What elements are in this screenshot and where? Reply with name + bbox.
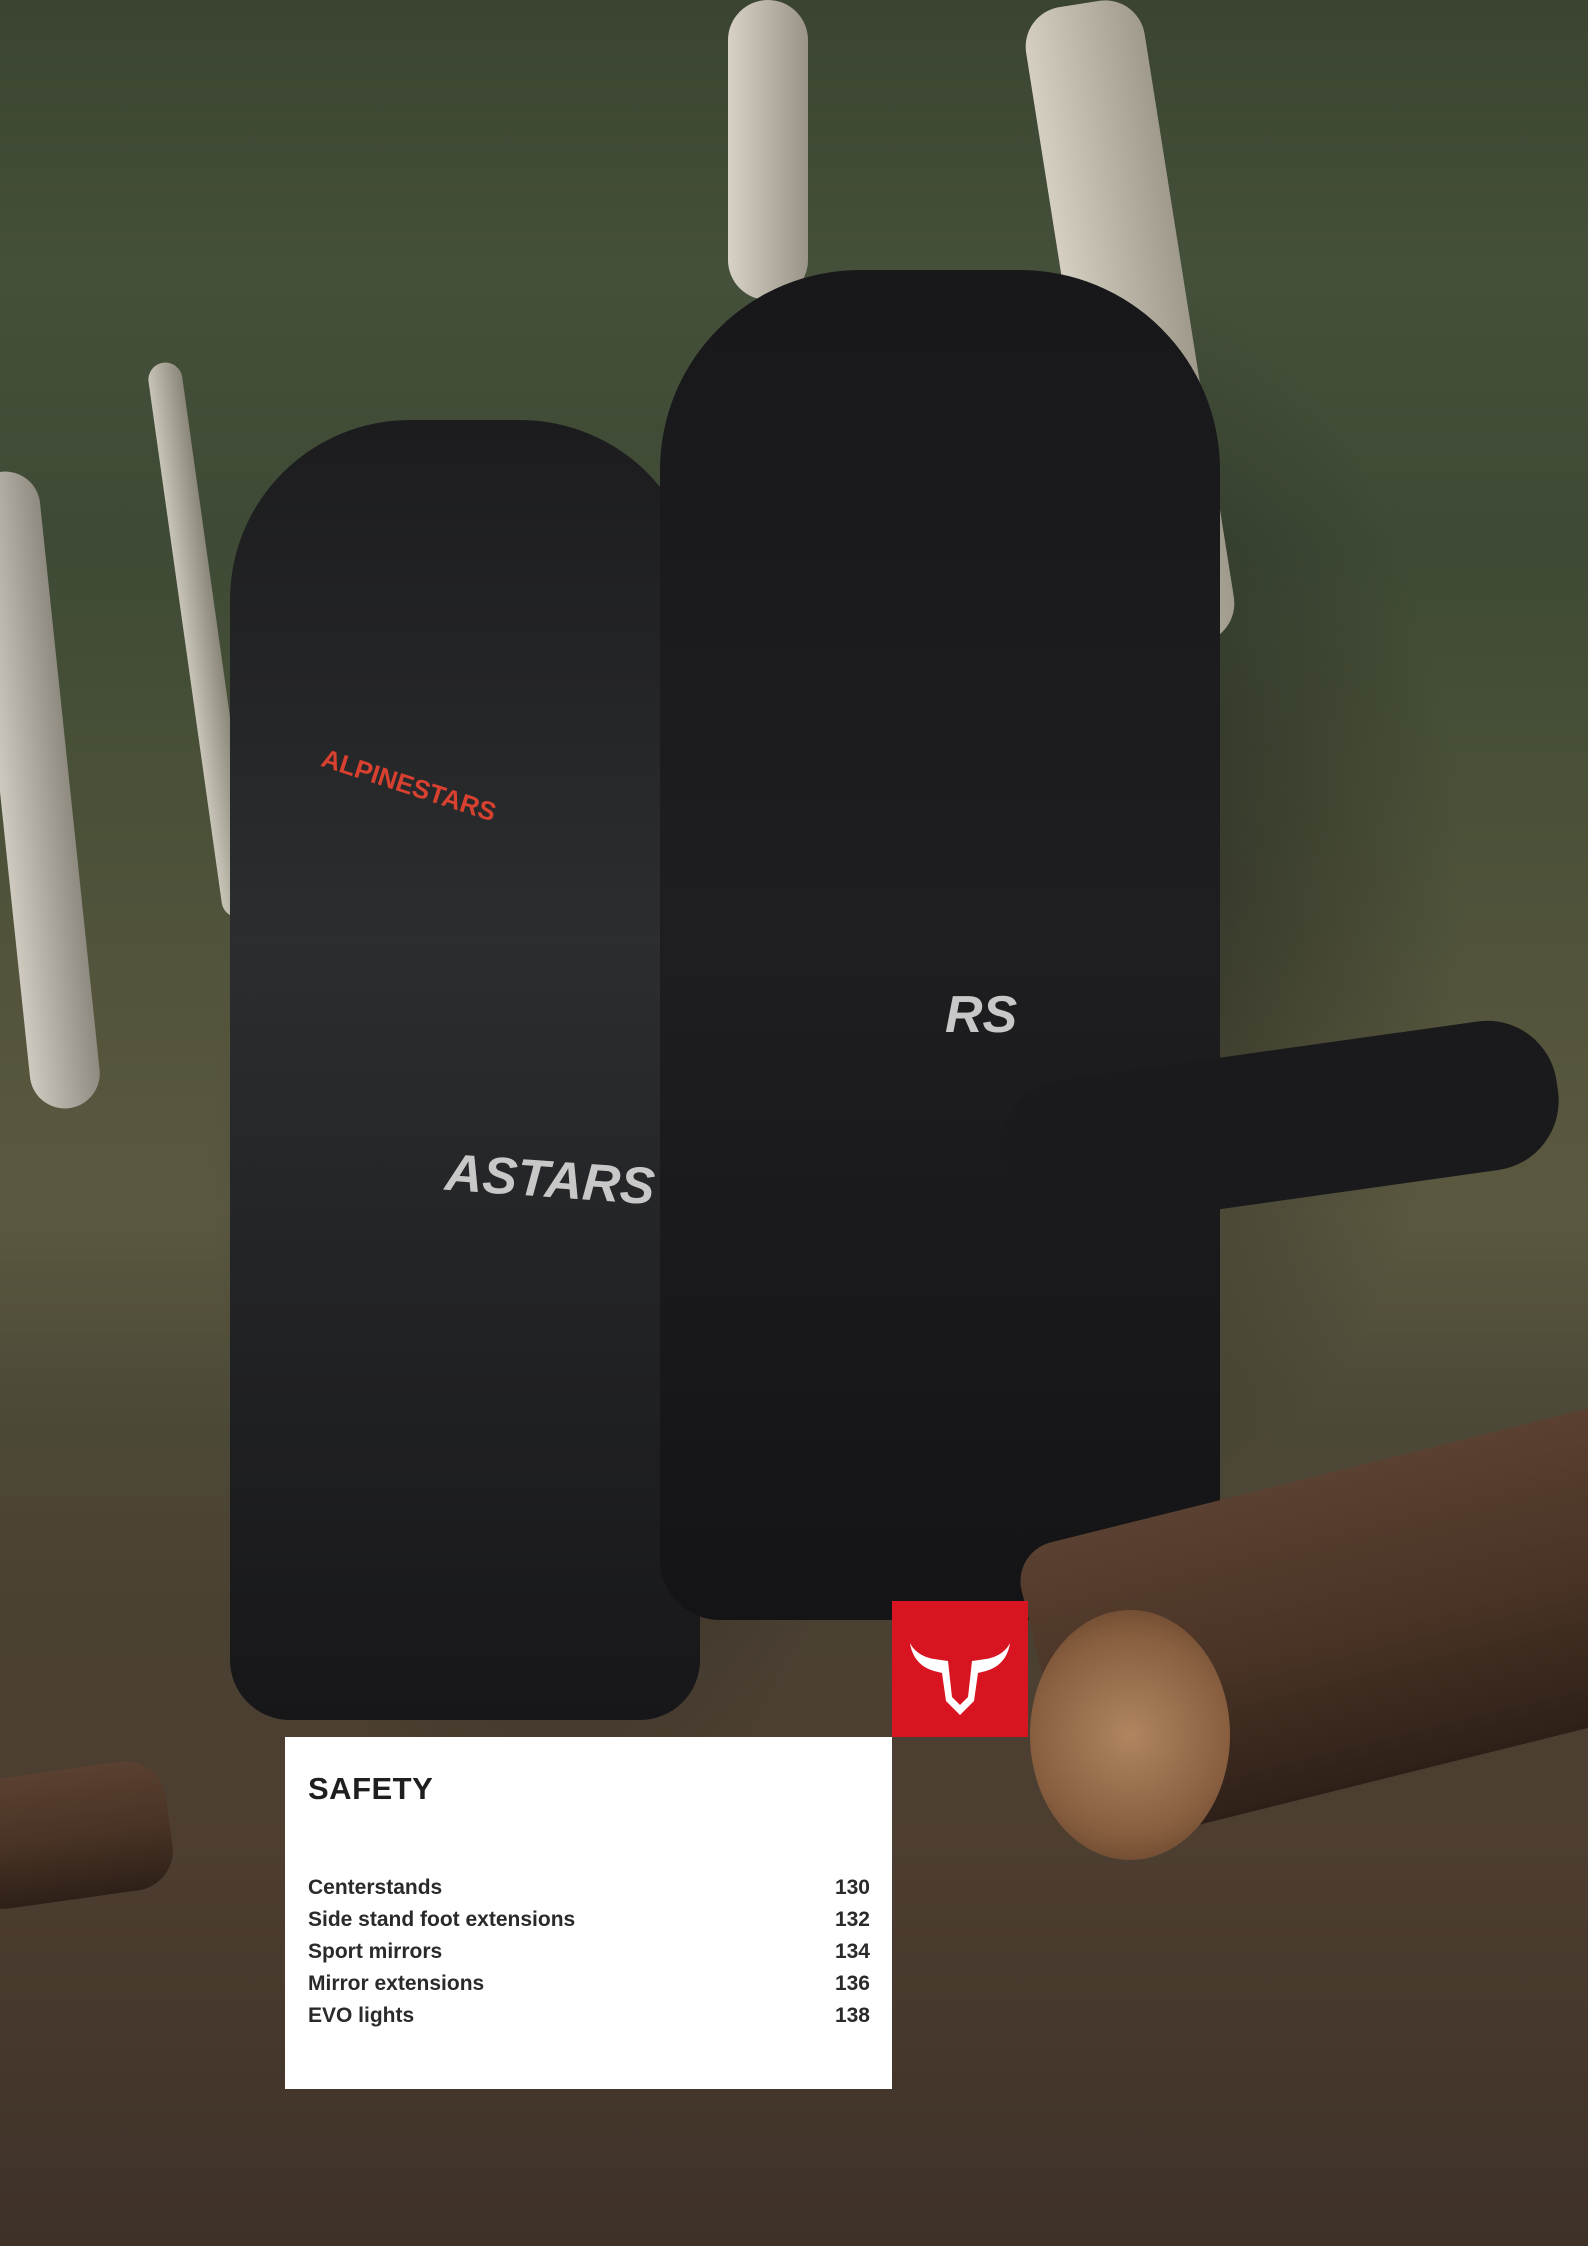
rider-left [230, 420, 700, 1720]
toc-item-evo-lights[interactable]: EVO lights 138 [308, 2000, 870, 2032]
tree-trunk [0, 468, 104, 1112]
toc-item-page: 136 [834, 1972, 870, 1995]
bull-head-icon [910, 1643, 1010, 1715]
toc-item-side-stand-foot-extensions[interactable]: Side stand foot extensions 132 [308, 1904, 870, 1936]
tree-trunk [728, 0, 808, 300]
toc-item-label: EVO lights [308, 2004, 415, 2027]
small-log [0, 1756, 179, 1914]
toc-item-centerstands[interactable]: Centerstands 130 [308, 1872, 870, 1904]
toc-item-page: 138 [834, 2004, 870, 2027]
toc-item-label: Mirror extensions [308, 1972, 485, 1995]
toc-item-page: 130 [834, 1876, 870, 1899]
toc-item-label: Sport mirrors [308, 1940, 443, 1963]
toc-item-page: 132 [834, 1908, 870, 1931]
log-end [1030, 1610, 1230, 1860]
toc-item-label: Centerstands [308, 1876, 443, 1899]
brand-logo [892, 1601, 1028, 1737]
rider-right [660, 270, 1220, 1620]
toc-item-page: 134 [834, 1940, 870, 1963]
contents-panel: SAFETY Centerstands 130 Side stand foot … [285, 1737, 892, 2089]
toc-item-label: Side stand foot extensions [308, 1908, 576, 1931]
section-title: SAFETY [308, 1771, 434, 1806]
toc-item-sport-mirrors[interactable]: Sport mirrors 134 [308, 1936, 870, 1968]
pants-logo-right: RS [945, 986, 1018, 1044]
toc-item-mirror-extensions[interactable]: Mirror extensions 136 [308, 1968, 870, 2000]
table-of-contents: Centerstands 130 Side stand foot extensi… [308, 1872, 870, 2032]
